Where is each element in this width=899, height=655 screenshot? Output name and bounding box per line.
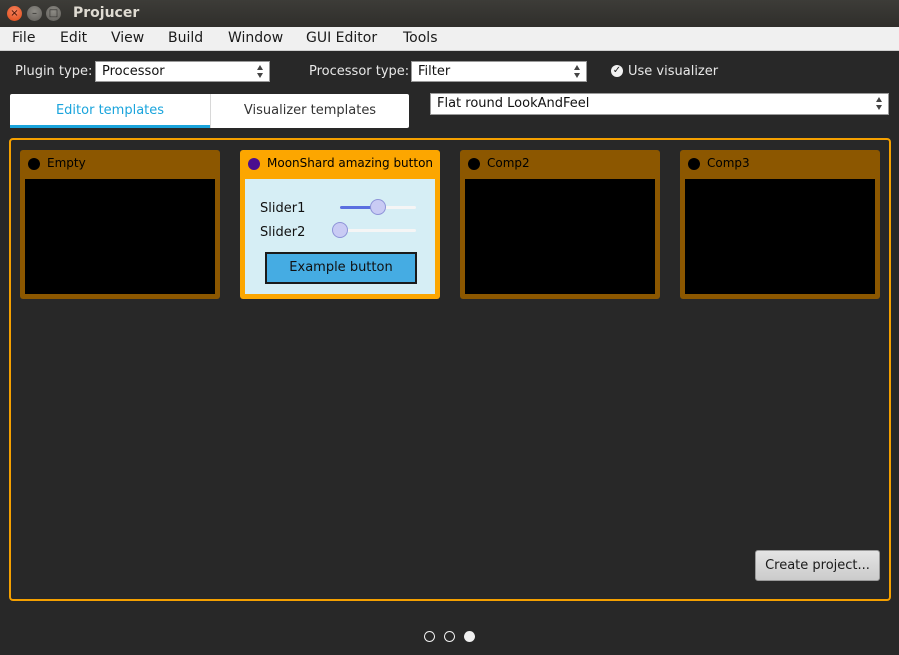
slider2-label: Slider2: [260, 225, 306, 240]
slider1-label: Slider1: [260, 201, 306, 216]
menu-tools[interactable]: Tools: [403, 30, 438, 46]
lookandfeel-select[interactable]: Flat round LookAndFeel: [430, 93, 889, 115]
tab-editor-templates[interactable]: Editor templates: [10, 94, 210, 128]
menu-build[interactable]: Build: [168, 30, 203, 46]
slider2-thumb[interactable]: [332, 222, 348, 238]
card-preview: Slider1 Slider2 Example button: [245, 179, 435, 294]
updown-arrows-icon: [574, 65, 581, 78]
use-visualizer-label: Use visualizer: [628, 64, 719, 79]
updown-arrows-icon: [257, 65, 264, 78]
tab-visualizer-templates[interactable]: Visualizer templates: [210, 94, 409, 128]
slider2-track[interactable]: [340, 229, 416, 232]
updown-arrows-icon: [876, 97, 883, 110]
menu-file[interactable]: File: [12, 30, 35, 46]
menu-view[interactable]: View: [111, 30, 144, 46]
card-title: MoonShard amazing button: [267, 156, 434, 170]
processor-type-label: Processor type:: [309, 64, 410, 79]
card-preview: [465, 179, 655, 294]
card-title: Comp2: [487, 156, 530, 170]
minimize-window-icon[interactable]: –: [27, 6, 42, 21]
status-dot-icon: [468, 158, 480, 170]
title-bar: × – □ Projucer: [0, 0, 899, 27]
lookandfeel-value: Flat round LookAndFeel: [437, 96, 590, 111]
page-dot-1[interactable]: [424, 631, 435, 642]
status-dot-icon: [28, 158, 40, 170]
card-title: Comp3: [707, 156, 750, 170]
processor-type-value: Filter: [418, 64, 451, 79]
menu-edit[interactable]: Edit: [60, 30, 87, 46]
template-card-empty[interactable]: Empty: [20, 150, 220, 299]
slider1-thumb[interactable]: [370, 199, 386, 215]
template-card-comp3[interactable]: Comp3: [680, 150, 880, 299]
use-visualizer-checkbox[interactable]: ✓: [611, 65, 623, 77]
menu-window[interactable]: Window: [228, 30, 283, 46]
page-dot-2[interactable]: [444, 631, 455, 642]
maximize-window-icon[interactable]: □: [46, 6, 61, 21]
card-preview: [685, 179, 875, 294]
page-dot-3[interactable]: [464, 631, 475, 642]
plugin-type-select[interactable]: Processor: [95, 61, 270, 82]
plugin-type-label: Plugin type:: [15, 64, 93, 79]
menu-bar: File Edit View Build Window GUI Editor T…: [0, 27, 899, 51]
status-dot-icon: [248, 158, 260, 170]
processor-type-select[interactable]: Filter: [411, 61, 587, 82]
menu-gui-editor[interactable]: GUI Editor: [306, 30, 377, 46]
status-dot-icon: [688, 158, 700, 170]
window-title: Projucer: [73, 5, 140, 21]
create-project-button[interactable]: Create project...: [755, 550, 880, 581]
plugin-type-value: Processor: [102, 64, 165, 79]
template-card-moonshard[interactable]: MoonShard amazing button Slider1 Slider2…: [240, 150, 440, 299]
template-card-comp2[interactable]: Comp2: [460, 150, 660, 299]
close-window-icon[interactable]: ×: [7, 6, 22, 21]
card-title: Empty: [47, 156, 86, 170]
card-preview: [25, 179, 215, 294]
template-tabs: Editor templates Visualizer templates: [10, 94, 409, 128]
example-button[interactable]: Example button: [265, 252, 417, 284]
